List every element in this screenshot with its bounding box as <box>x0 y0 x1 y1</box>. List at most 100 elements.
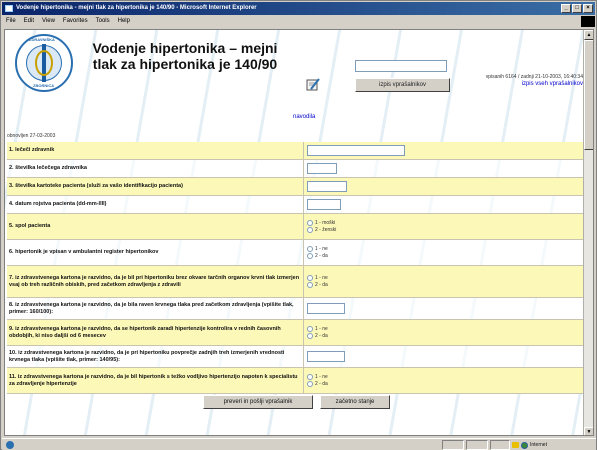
radio-button[interactable] <box>307 326 313 332</box>
radio-option[interactable]: 2 - da <box>307 381 328 387</box>
radio-label: 2 - da <box>315 253 328 259</box>
page-viewport: ZDRAVNIŠKA ZBORNICA Vodenje hipertonika … <box>4 29 594 436</box>
radio-label: 1 - ne <box>315 326 328 332</box>
internet-zone-icon <box>521 441 528 449</box>
instructions-link[interactable]: navodila <box>293 114 315 120</box>
status-bar: Internet <box>2 438 596 450</box>
three-visits-radio-group: 1 - ne 2 - da <box>307 275 328 288</box>
menu-tools[interactable]: Tools <box>96 16 110 27</box>
question-label: 9. iz zdravstvenega kartona je razvidno,… <box>9 325 281 339</box>
search-query-input[interactable] <box>355 60 447 72</box>
radio-option[interactable]: 1 - ne <box>307 275 328 281</box>
specialist-referral-radio-group: 1 - ne 2 - da <box>307 374 328 387</box>
visit-stats: vpisanih 6164 / zadnji 21-10-2003, 16:40… <box>485 74 583 80</box>
form-row-7: 7. iz zdravstvenega kartona je razvidno,… <box>7 266 583 298</box>
minimize-button[interactable]: _ <box>561 4 571 13</box>
form-row-10: 10. iz zdravstvenega kartona je razvidno… <box>7 346 583 368</box>
patient-file-number-input[interactable] <box>307 181 347 192</box>
form-row-4: 4. datum rojstva pacienta (dd-mm-llll) <box>7 196 583 214</box>
question-label: 10. iz zdravstvenega kartona je razvidno… <box>9 349 285 363</box>
form-row-6: 6. hipertonik je vpisan v ambulantni reg… <box>7 240 583 266</box>
menu-edit[interactable]: Edit <box>24 16 34 27</box>
radio-label: 2 - da <box>315 282 328 288</box>
initial-pressure-input[interactable] <box>307 303 345 314</box>
status-cell <box>466 440 488 450</box>
radio-option[interactable]: 1 - ne <box>307 326 328 332</box>
radio-button[interactable] <box>307 381 313 387</box>
radio-label: 2 - da <box>315 333 328 339</box>
radio-option[interactable]: 1 - ne <box>307 374 328 380</box>
menu-bar: File Edit View Favorites Tools Help <box>2 16 595 27</box>
question-label: 3. številka kartoteke pacienta (služi za… <box>9 183 183 189</box>
windows-logo-icon <box>581 16 595 27</box>
physician-input[interactable] <box>307 145 405 156</box>
zone-label: Internet <box>530 442 547 448</box>
menu-help[interactable]: Help <box>118 16 130 27</box>
question-label: 8. iz zdravstvenega kartona je razvidno,… <box>9 301 294 315</box>
menu-view[interactable]: View <box>42 16 55 27</box>
radio-label: 1 - ne <box>315 275 328 281</box>
form-row-11: 11. iz zdravstvenega kartona je razvidno… <box>7 368 583 394</box>
question-label: 11. iz zdravstvenega kartona je razvidno… <box>9 373 298 387</box>
scroll-down-icon[interactable]: ▼ <box>584 427 593 435</box>
radio-button[interactable] <box>307 333 313 339</box>
physician-number-input[interactable] <box>307 163 337 174</box>
browser-window: Vodenje hipertonika - mejni tlak za hipe… <box>0 0 597 450</box>
security-zone: Internet <box>512 440 547 450</box>
radio-option[interactable]: 2 - ženski <box>307 227 336 233</box>
register-radio-group: 1 - ne 2 - da <box>307 246 328 259</box>
all-questionnaires-link[interactable]: izpis vseh vprašalnikov <box>457 81 583 88</box>
page-done-icon <box>6 441 14 449</box>
lock-icon <box>512 442 519 448</box>
close-button[interactable]: × <box>583 4 593 13</box>
form-row-9: 9. iz zdravstvenega kartona je razvidno,… <box>7 320 583 346</box>
print-questionnaires-button[interactable]: izpis vprašalnikov <box>355 78 450 92</box>
maximize-button[interactable]: □ <box>572 4 582 13</box>
radio-option[interactable]: 1 - ne <box>307 246 328 252</box>
question-label: 7. iz zdravstvenega kartona je razvidno,… <box>9 274 300 288</box>
status-cell <box>442 440 464 450</box>
menu-favorites[interactable]: Favorites <box>63 16 88 27</box>
title-bar: Vodenje hipertonika - mejni tlak za hipe… <box>2 2 595 15</box>
radio-button[interactable] <box>307 227 313 233</box>
radio-button[interactable] <box>307 282 313 288</box>
radio-label: 1 - moški <box>315 220 336 226</box>
radio-button[interactable] <box>307 253 313 259</box>
radio-button[interactable] <box>307 246 313 252</box>
radio-option[interactable]: 2 - da <box>307 253 328 259</box>
scroll-thumb[interactable] <box>584 40 593 150</box>
updated-date: obnovljen 27-03-2003 <box>7 133 56 139</box>
radio-button[interactable] <box>307 374 313 380</box>
radio-option[interactable]: 2 - da <box>307 282 328 288</box>
menu-file[interactable]: File <box>6 16 16 27</box>
radio-option[interactable]: 1 - moški <box>307 220 336 226</box>
form-row-8: 8. iz zdravstvenega kartona je razvidno,… <box>7 298 583 320</box>
form-row-2: 2. številka lečečega zdravnika <box>7 160 583 178</box>
radio-label: 2 - ženski <box>315 227 337 233</box>
window-title: Vodenje hipertonika - mejni tlak za hipe… <box>16 5 257 11</box>
seal-text-top: ZDRAVNIŠKA <box>29 37 55 42</box>
radio-option[interactable]: 2 - da <box>307 333 328 339</box>
visit-info: vpisanih 6164 / zadnji 21-10-2003, 16:40… <box>457 74 583 88</box>
status-cell <box>490 440 510 450</box>
radio-label: 2 - da <box>315 381 328 387</box>
average-pressure-input[interactable] <box>307 351 345 362</box>
scroll-up-icon[interactable]: ▲ <box>584 30 593 40</box>
seal-text-bottom: ZBORNICA <box>33 83 55 88</box>
question-label: 2. številka lečečega zdravnika <box>9 165 87 171</box>
submit-button[interactable]: preveri in pošlji vprašalnik <box>203 395 313 409</box>
question-label: 1. lečeči zdravnik <box>9 147 55 153</box>
reset-button[interactable]: začetno stanje <box>320 395 390 409</box>
page-title: Vodenje hipertonika – mejni tlak za hipe… <box>92 40 278 72</box>
radio-button[interactable] <box>307 220 313 226</box>
vertical-scrollbar[interactable]: ▲ ▼ <box>583 30 593 435</box>
form-actions: preveri in pošlji vprašalnik začetno sta… <box>5 392 583 412</box>
question-label: 5. spol pacienta <box>9 223 51 229</box>
regular-control-radio-group: 1 - ne 2 - da <box>307 326 328 339</box>
radio-button[interactable] <box>307 275 313 281</box>
notepad-pencil-icon <box>306 78 320 91</box>
question-label: 6. hipertonik je vpisan v ambulantni reg… <box>9 249 159 255</box>
question-label: 4. datum rojstva pacienta (dd-mm-llll) <box>9 201 107 207</box>
form-row-3: 3. številka kartoteke pacienta (služi za… <box>7 178 583 196</box>
birth-date-input[interactable] <box>307 199 341 210</box>
